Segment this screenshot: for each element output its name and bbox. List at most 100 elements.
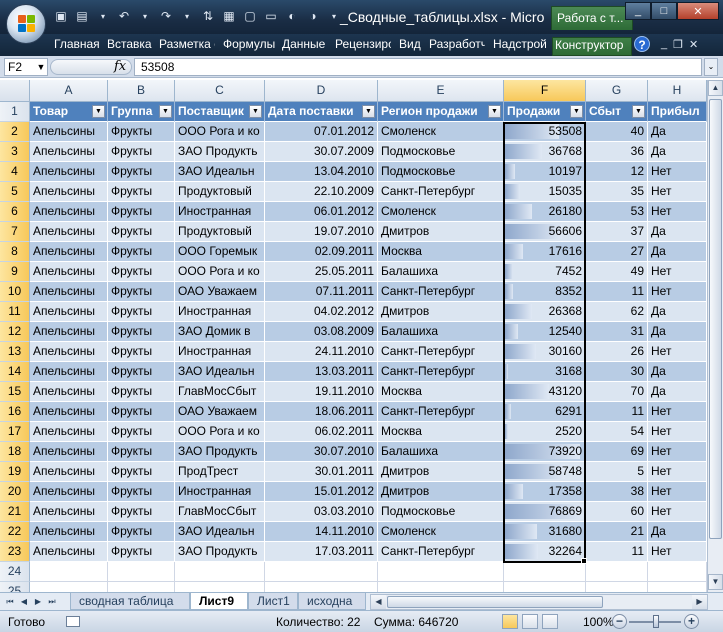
table-cell[interactable]: Апельсины: [30, 242, 108, 262]
table-cell[interactable]: Нет: [648, 442, 707, 462]
table-cell[interactable]: 56606: [504, 222, 586, 242]
empty-cell[interactable]: [504, 562, 586, 582]
horizontal-scroll-thumb[interactable]: [387, 596, 603, 608]
table-cell[interactable]: Санкт-Петербург: [378, 182, 504, 202]
filter-dropdown-icon[interactable]: ▼: [159, 105, 172, 118]
table-cell[interactable]: ЗАО Идеальн: [175, 522, 265, 542]
table-cell[interactable]: ОАО Уважаем: [175, 402, 265, 422]
table-cell[interactable]: 30.07.2010: [265, 442, 378, 462]
zoom-in-icon[interactable]: +: [684, 614, 699, 629]
table-header-cell[interactable]: Сбыт ▼: [586, 102, 648, 122]
table-cell[interactable]: 13.03.2011: [265, 362, 378, 382]
table-cell[interactable]: 40: [586, 122, 648, 142]
maximize-icon[interactable]: □: [651, 2, 677, 20]
table-cell[interactable]: Балашиха: [378, 442, 504, 462]
macro-record-icon[interactable]: [66, 616, 80, 627]
vertical-scrollbar[interactable]: ▲ ▼: [707, 80, 723, 592]
table-cell[interactable]: Нет: [648, 282, 707, 302]
table-cell[interactable]: 26: [586, 342, 648, 362]
table-cell[interactable]: Апельсины: [30, 182, 108, 202]
table-cell[interactable]: 6291: [504, 402, 586, 422]
table-cell[interactable]: Фрукты: [108, 142, 175, 162]
row-header[interactable]: 15: [0, 382, 30, 402]
next-sheet-icon[interactable]: ▶: [32, 595, 44, 609]
table-cell[interactable]: 36768: [504, 142, 586, 162]
zoom-out-icon[interactable]: −: [612, 614, 627, 629]
table-cell[interactable]: Фрукты: [108, 262, 175, 282]
empty-cell[interactable]: [586, 562, 648, 582]
table-cell[interactable]: ГлавМосСбыт: [175, 382, 265, 402]
table-cell[interactable]: ООО Горемык: [175, 242, 265, 262]
empty-cell[interactable]: [504, 582, 586, 592]
table-cell[interactable]: ЗАО Продукть: [175, 142, 265, 162]
filter-dropdown-icon[interactable]: ▼: [249, 105, 262, 118]
table-cell[interactable]: ГлавМосСбыт: [175, 502, 265, 522]
table-cell[interactable]: Иностранная: [175, 342, 265, 362]
column-header-h[interactable]: H: [648, 80, 707, 102]
row-header[interactable]: 20: [0, 482, 30, 502]
table-cell[interactable]: Апельсины: [30, 402, 108, 422]
table-cell[interactable]: Москва: [378, 422, 504, 442]
table-cell[interactable]: 30.01.2011: [265, 462, 378, 482]
table-cell[interactable]: Фрукты: [108, 222, 175, 242]
insert-function-icon[interactable]: fx: [114, 59, 126, 74]
table-cell[interactable]: 14.11.2010: [265, 522, 378, 542]
table-cell[interactable]: ЗАО Идеальн: [175, 362, 265, 382]
empty-cell[interactable]: [265, 582, 378, 592]
table-cell[interactable]: Фрукты: [108, 362, 175, 382]
table-cell[interactable]: 30160: [504, 342, 586, 362]
empty-cell[interactable]: [265, 562, 378, 582]
tab-page-layout[interactable]: Разметка с: [157, 37, 215, 56]
table-cell[interactable]: 15035: [504, 182, 586, 202]
empty-cell[interactable]: [648, 582, 707, 592]
empty-cell[interactable]: [378, 562, 504, 582]
table-header-cell[interactable]: Прибыл: [648, 102, 707, 122]
redo-icon[interactable]: ↷: [157, 7, 175, 25]
tab-design[interactable]: Конструктор: [552, 37, 632, 56]
column-header-g[interactable]: G: [586, 80, 648, 102]
table-cell[interactable]: ЗАО Продукть: [175, 542, 265, 562]
table-cell[interactable]: Да: [648, 122, 707, 142]
table-cell[interactable]: Апельсины: [30, 282, 108, 302]
row-header[interactable]: 9: [0, 262, 30, 282]
table-cell[interactable]: Нет: [648, 482, 707, 502]
table-cell[interactable]: 35: [586, 182, 648, 202]
row-header[interactable]: 1: [0, 102, 30, 122]
prev-sheet-icon[interactable]: ◀: [18, 595, 30, 609]
table-cell[interactable]: 24.11.2010: [265, 342, 378, 362]
save-icon[interactable]: ▣: [52, 7, 70, 25]
row-header[interactable]: 4: [0, 162, 30, 182]
filter-dropdown-icon[interactable]: ▼: [92, 105, 105, 118]
table-cell[interactable]: Дмитров: [378, 302, 504, 322]
table-cell[interactable]: Фрукты: [108, 162, 175, 182]
zoom-slider-thumb[interactable]: [653, 615, 659, 628]
table-cell[interactable]: Москва: [378, 382, 504, 402]
table-cell[interactable]: Апельсины: [30, 142, 108, 162]
table-cell[interactable]: ЗАО Идеальн: [175, 162, 265, 182]
scroll-up-icon[interactable]: ▲: [708, 80, 723, 96]
empty-cell[interactable]: [108, 562, 175, 582]
table-cell[interactable]: Фрукты: [108, 242, 175, 262]
help-icon[interactable]: ?: [634, 36, 650, 52]
row-header[interactable]: 16: [0, 402, 30, 422]
table-cell[interactable]: 02.09.2011: [265, 242, 378, 262]
row-header[interactable]: 23: [0, 542, 30, 562]
table-cell[interactable]: 62: [586, 302, 648, 322]
empty-cell[interactable]: [378, 582, 504, 592]
print-icon[interactable]: ▦: [220, 7, 238, 25]
zoom-level[interactable]: 100%: [583, 615, 614, 629]
table-cell[interactable]: Подмосковье: [378, 162, 504, 182]
table-cell[interactable]: 37: [586, 222, 648, 242]
column-header-e[interactable]: E: [378, 80, 504, 102]
table-cell[interactable]: Апельсины: [30, 382, 108, 402]
table-cell[interactable]: Подмосковье: [378, 502, 504, 522]
row-header[interactable]: 17: [0, 422, 30, 442]
row-header[interactable]: 6: [0, 202, 30, 222]
table-cell[interactable]: Фрукты: [108, 342, 175, 362]
table-cell[interactable]: Иностранная: [175, 482, 265, 502]
table-cell[interactable]: ООО Рога и ко: [175, 122, 265, 142]
table-cell[interactable]: Нет: [648, 262, 707, 282]
table-cell[interactable]: 53508: [504, 122, 586, 142]
table-cell[interactable]: Фрукты: [108, 422, 175, 442]
table-cell[interactable]: 12: [586, 162, 648, 182]
